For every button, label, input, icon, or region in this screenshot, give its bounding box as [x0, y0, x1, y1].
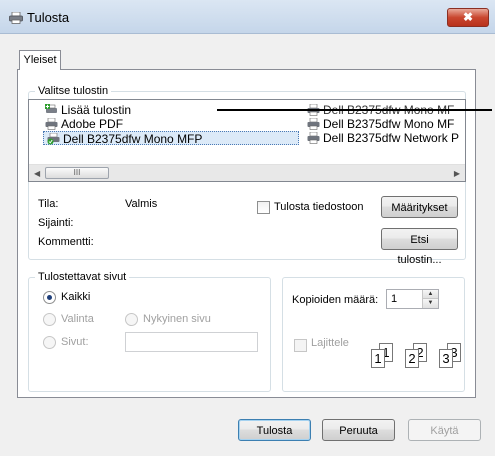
collate-label[interactable]: Lajittele — [311, 337, 349, 349]
printer-item-label: Dell B2375dfw Mono MFP — [63, 132, 203, 146]
collate-page: 1 — [371, 349, 385, 368]
collate-checkbox[interactable] — [294, 339, 307, 352]
cancel-button[interactable]: Peruuta — [322, 419, 395, 441]
printer-item-add[interactable]: Lisää tulostin — [45, 103, 131, 117]
add-printer-icon — [45, 104, 57, 113]
spin-up-icon[interactable]: ▲ — [422, 290, 438, 299]
close-button[interactable]: ✖ — [447, 8, 489, 27]
status-value: Valmis — [125, 198, 158, 210]
print-to-file-label[interactable]: Tulosta tiedostoon — [274, 201, 363, 213]
scroll-right-icon[interactable]: ▶ — [454, 169, 460, 178]
pages-label[interactable]: Sivut: — [61, 336, 89, 348]
find-printer-button[interactable]: Etsi tulostin... — [381, 228, 458, 266]
apply-button[interactable]: Käytä — [408, 419, 481, 441]
pages-radio[interactable] — [43, 336, 56, 349]
printer-item-dell-mono-mf-2[interactable]: Dell B2375dfw Mono MF — [307, 117, 454, 131]
copies-value[interactable]: 1 — [391, 293, 397, 305]
printer-icon — [307, 118, 320, 130]
annotation-pointer-line — [217, 109, 492, 111]
print-to-file-checkbox[interactable] — [257, 201, 270, 214]
network-printer-icon — [307, 132, 320, 144]
selection-label[interactable]: Valinta — [61, 313, 94, 325]
printer-list[interactable]: Lisää tulostin Adobe PDF Dell B2375dfw M… — [28, 99, 466, 182]
printer-icon — [9, 12, 23, 24]
printer-item-dell-network[interactable]: Dell B2375dfw Network P — [307, 131, 459, 145]
printer-item-label: Adobe PDF — [61, 117, 124, 131]
comment-label: Kommentti: — [38, 236, 94, 248]
collate-page: 3 — [439, 349, 453, 368]
title-bar: Tulosta ✖ — [0, 0, 495, 34]
printer-icon — [45, 118, 58, 130]
default-printer-icon — [47, 133, 60, 145]
printer-item-label: Dell B2375dfw Mono MF — [323, 117, 455, 131]
window-title: Tulosta — [27, 10, 70, 25]
current-page-radio[interactable] — [125, 313, 138, 326]
scroll-thumb[interactable]: III — [45, 167, 109, 179]
current-page-label[interactable]: Nykyinen sivu — [143, 313, 211, 325]
print-button[interactable]: Tulosta — [238, 419, 311, 441]
page-range-label: Tulostettavat sivut — [35, 271, 130, 283]
preferences-button[interactable]: Määritykset — [381, 196, 458, 218]
select-printer-label: Valitse tulostin — [35, 85, 112, 97]
scroll-left-icon[interactable]: ◀ — [34, 169, 40, 178]
all-pages-label[interactable]: Kaikki — [61, 291, 90, 303]
spin-down-icon[interactable]: ▼ — [422, 299, 438, 308]
copies-label: Kopioiden määrä: — [292, 294, 379, 306]
tab-general[interactable]: Yleiset — [19, 50, 61, 70]
horizontal-scrollbar[interactable]: ◀ III ▶ — [29, 164, 465, 181]
printer-item-adobe-pdf[interactable]: Adobe PDF — [45, 117, 123, 131]
pages-input[interactable] — [125, 332, 258, 352]
location-label: Sijainti: — [38, 217, 74, 229]
printer-item-label: Lisää tulostin — [61, 103, 132, 117]
status-label: Tila: — [38, 198, 59, 210]
printer-item-dell-mono-mfp[interactable]: Dell B2375dfw Mono MFP — [43, 131, 299, 146]
selection-radio[interactable] — [43, 313, 56, 326]
collate-page: 2 — [405, 349, 419, 368]
printer-item-label: Dell B2375dfw Network P — [323, 131, 460, 145]
copies-stepper[interactable]: 1 ▲ ▼ — [386, 289, 439, 309]
all-pages-radio[interactable] — [43, 291, 56, 304]
